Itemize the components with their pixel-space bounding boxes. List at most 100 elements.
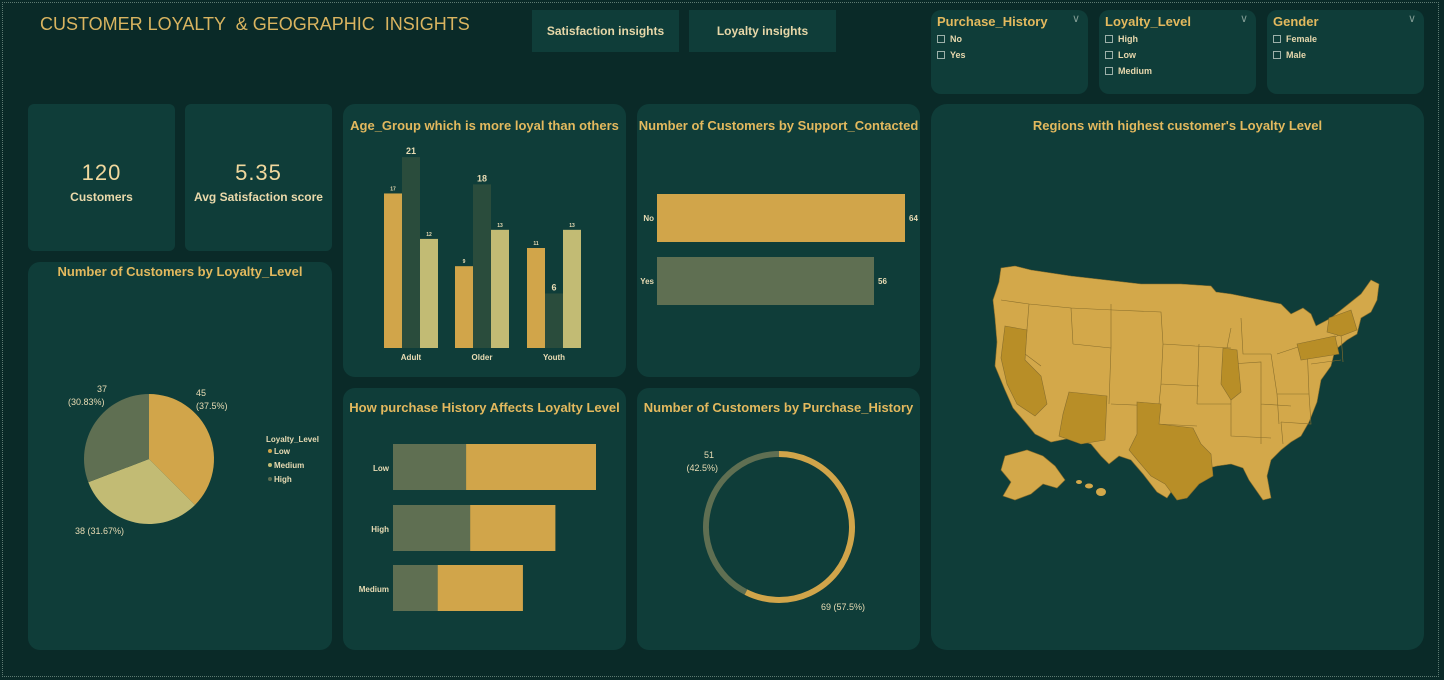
loyalty-pie-card: Number of Customers by Loyalty_Level 45(… [28, 262, 332, 650]
slicer-option-label: Yes [950, 50, 966, 60]
slicer-gender[interactable]: Gender ∨ Female Male [1267, 10, 1424, 94]
legend-label: Medium [274, 461, 304, 470]
checkbox[interactable] [937, 51, 945, 59]
bar [384, 193, 402, 348]
alaska [1000, 449, 1066, 501]
slicer-option-high[interactable]: High [1105, 34, 1138, 44]
purchase-donut-chart: 51 (42.5%) 69 (57.5%) [686, 450, 865, 612]
data-label: (30.83%) [68, 397, 105, 407]
data-label: 6 [551, 282, 556, 292]
bar [455, 266, 473, 348]
bar-segment [393, 444, 467, 490]
kpi-value: 120 [81, 160, 122, 185]
data-label: (42.5%) [686, 463, 718, 473]
age-group-chart: 17 21 12 Adult 9 18 13 Older 11 6 13 Youth [384, 146, 581, 362]
bar [473, 184, 491, 348]
kpi-card-customers: 120 Customers [28, 104, 175, 251]
age-group-chart-card: Age_Group which is more loyal than other… [343, 104, 626, 377]
legend-title: Loyalty_Level [266, 435, 319, 444]
bar [402, 157, 420, 348]
checkbox[interactable] [937, 35, 945, 43]
purchase-loyalty-chart: Low High Medium [359, 444, 596, 611]
kpi-value: 5.35 [235, 160, 282, 185]
tick-label: Adult [401, 353, 422, 362]
map-card: Regions with highest customer's Loyalty … [931, 104, 1424, 650]
data-label: 21 [406, 146, 416, 156]
kpi-label: Avg Satisfaction score [194, 190, 323, 204]
tick-label: Low [373, 464, 390, 473]
bar [420, 238, 438, 348]
legend-label: High [274, 475, 292, 484]
bar-segment [470, 505, 556, 551]
donut-segment [703, 451, 780, 595]
kpi-label: Customers [70, 190, 133, 204]
support-chart-card: Number of Customers by Support_Contacted… [637, 104, 920, 377]
donut-segment [744, 451, 855, 603]
bar [657, 257, 874, 305]
data-label: 17 [390, 186, 396, 192]
data-label: (37.5%) [196, 401, 228, 411]
bar-segment [437, 565, 523, 611]
slicer-option-label: Low [1118, 50, 1136, 60]
data-label: 64 [909, 214, 918, 223]
chevron-down-icon[interactable]: ∨ [1240, 12, 1248, 25]
hawaii [1076, 480, 1106, 496]
tick-label: High [371, 525, 389, 534]
bar [657, 194, 905, 242]
data-label: 13 [569, 223, 575, 229]
kpi-card-satisfaction: 5.35 Avg Satisfaction score [185, 104, 332, 251]
slicer-purchase-history[interactable]: Purchase_History ∨ No Yes [931, 10, 1088, 94]
slicer-option-medium[interactable]: Medium [1105, 66, 1152, 76]
support-chart: No 64 Yes 56 [640, 194, 918, 305]
us-map[interactable] [931, 104, 1424, 650]
tick-label: No [643, 214, 654, 223]
bar [563, 229, 581, 348]
slicer-option-label: Female [1286, 34, 1318, 44]
tick-label: Youth [543, 353, 565, 362]
slicer-option-label: Male [1286, 50, 1307, 60]
data-label: 69 (57.5%) [821, 602, 865, 612]
chevron-down-icon[interactable]: ∨ [1072, 12, 1080, 25]
slicer-option-female[interactable]: Female [1273, 34, 1317, 44]
nav-button-loyalty[interactable]: Loyalty insights [689, 10, 836, 52]
data-label: 12 [426, 232, 432, 238]
bar-segment [393, 565, 438, 611]
loyalty-pie-chart: 45 (37.5%) 38 (31.67%) 37 (30.83%) Loyalty_Le… [68, 384, 319, 536]
data-label: 18 [477, 173, 487, 183]
data-label: 13 [497, 223, 503, 229]
data-label: 11 [533, 241, 539, 247]
slicer-option-yes[interactable]: Yes [937, 50, 966, 60]
slicer-loyalty-level[interactable]: Loyalty_Level ∨ High Low Medium [1099, 10, 1256, 94]
purchase-loyalty-card: How purchase History Affects Loyalty Lev… [343, 388, 626, 650]
slicer-option-low[interactable]: Low [1105, 50, 1136, 60]
slicer-option-label: Medium [1118, 66, 1153, 76]
chevron-down-icon[interactable]: ∨ [1408, 12, 1416, 25]
page-title: CUSTOMER LOYALTY & GEOGRAPHIC INSIGHTS [40, 14, 470, 34]
slicer-title: Gender [1273, 14, 1319, 29]
nav-button-satisfaction[interactable]: Satisfaction insights [532, 10, 679, 52]
data-label: 45 [196, 388, 206, 398]
checkbox[interactable] [1273, 35, 1281, 43]
slicer-option-label: No [950, 34, 962, 44]
bar-segment [393, 505, 471, 551]
data-label: 9 [463, 259, 466, 265]
bar [545, 293, 563, 348]
checkbox[interactable] [1105, 35, 1113, 43]
checkbox[interactable] [1105, 67, 1113, 75]
purchase-donut-card: Number of Customers by Purchase_History … [637, 388, 920, 650]
data-label: 51 [704, 450, 714, 460]
checkbox[interactable] [1105, 51, 1113, 59]
slicer-option-label: High [1118, 34, 1138, 44]
slicer-option-male[interactable]: Male [1273, 50, 1306, 60]
checkbox[interactable] [1273, 51, 1281, 59]
legend-marker [268, 477, 272, 481]
slicer-option-no[interactable]: No [937, 34, 962, 44]
tick-label: Yes [640, 277, 654, 286]
bar [491, 229, 509, 348]
legend-marker [268, 463, 272, 467]
data-label: 37 [97, 384, 107, 394]
slicer-title: Purchase_History [937, 14, 1048, 29]
slicer-title: Loyalty_Level [1105, 14, 1191, 29]
legend-marker [268, 449, 272, 453]
tick-label: Older [472, 353, 493, 362]
